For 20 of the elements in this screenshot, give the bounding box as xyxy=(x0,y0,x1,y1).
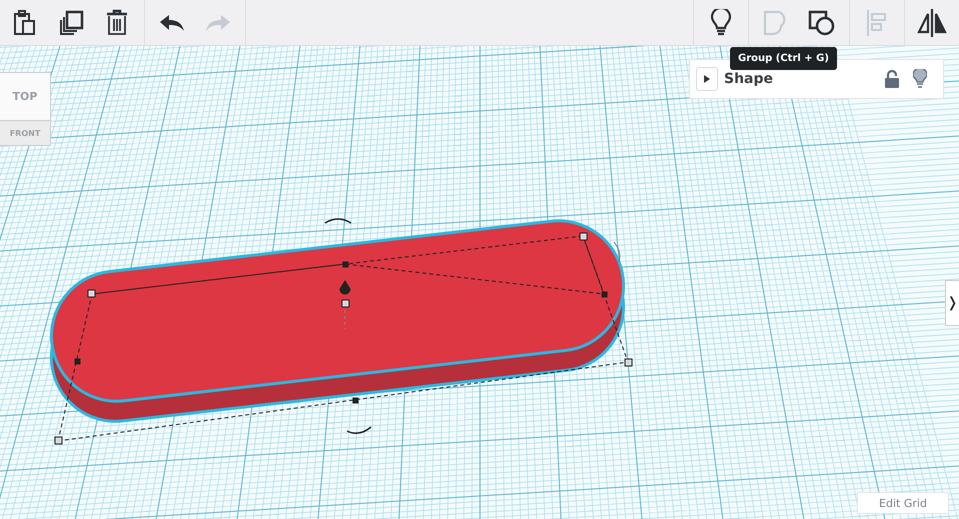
clipboard-icon xyxy=(14,10,36,36)
square-circle-icon xyxy=(808,10,836,36)
expand-toggle[interactable] xyxy=(696,67,718,91)
trash-icon xyxy=(106,8,128,36)
padlock-icon[interactable] xyxy=(885,70,899,88)
mirror-icon xyxy=(916,8,948,38)
side-panel-toggle[interactable]: ❭ xyxy=(945,280,959,326)
light-bulb-icon[interactable] xyxy=(913,69,927,89)
selected-box-drawing[interactable] xyxy=(50,218,632,444)
undo-arrow-icon xyxy=(160,14,184,32)
duplicate-icon xyxy=(58,10,84,36)
tooltip: Group (Ctrl + G) xyxy=(730,47,837,70)
caret-icon xyxy=(704,75,710,83)
light-bulb-icon xyxy=(711,8,731,36)
align-icon xyxy=(866,8,888,36)
cube-front-label: FRONT xyxy=(0,121,50,145)
shape-panel-title: Shape xyxy=(724,71,774,87)
redo-arrow-icon xyxy=(206,14,230,32)
edit-grid-button[interactable]: Edit Grid xyxy=(857,492,949,514)
view-cube[interactable]: TOP FRONT xyxy=(0,72,51,146)
